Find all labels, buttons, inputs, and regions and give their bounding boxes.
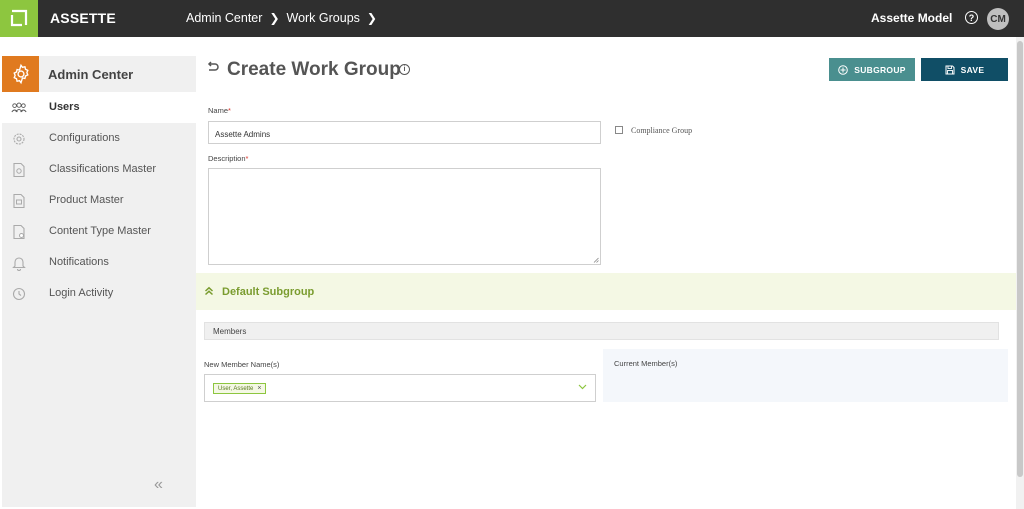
subgroup-button-label: SUBGROUP [854, 64, 906, 75]
chevron-right-icon: ❯ [269, 11, 280, 25]
sidebar-item-notifications[interactable]: Notifications [2, 247, 196, 278]
save-button[interactable]: SAVE [921, 58, 1008, 81]
remove-tag-icon[interactable]: × [257, 385, 261, 392]
chevron-right-icon: ❯ [366, 11, 377, 25]
assette-logo[interactable] [0, 0, 38, 37]
sidebar-item-label: Product Master [49, 194, 124, 206]
save-button-label: SAVE [960, 64, 985, 75]
model-name[interactable]: Assette Model [871, 11, 952, 25]
breadcrumb-work-groups[interactable]: Work Groups [287, 11, 360, 25]
scrollbar-thumb[interactable] [1017, 41, 1023, 477]
sidebar-item-label: Login Activity [49, 287, 114, 299]
sidebar-item-label: Content Type Master [49, 225, 151, 237]
content-type-icon [13, 224, 25, 240]
member-tag-label: User, Assette [218, 385, 254, 392]
top-bar: ASSETTE Admin Center ❯ Work Groups ❯ Ass… [0, 0, 1024, 37]
sidebar-item-users[interactable]: Users [2, 92, 196, 123]
description-textarea[interactable] [208, 168, 601, 265]
sidebar-item-login-activity[interactable]: Login Activity [2, 278, 196, 309]
members-label: Members [213, 327, 247, 336]
description-label: Description* [208, 154, 249, 163]
sidebar-item-product-master[interactable]: Product Master [2, 185, 196, 216]
sidebar-item-label: Notifications [49, 256, 109, 268]
name-input[interactable]: Assette Admins [208, 121, 601, 144]
default-subgroup-header[interactable]: Default Subgroup [196, 273, 1017, 310]
sidebar-item-label: Classifications Master [49, 163, 156, 175]
current-members-panel: Current Member(s) [603, 349, 1008, 402]
avatar[interactable]: CM [987, 8, 1009, 30]
admin-gear-icon [2, 56, 39, 92]
plus-circle-icon [838, 64, 849, 75]
sidebar-header: Admin Center [2, 56, 196, 92]
double-chevron-up-icon [204, 286, 214, 296]
product-doc-icon [13, 193, 25, 209]
brand-name: ASSETTE [50, 10, 116, 26]
members-section-header: Members [204, 322, 999, 340]
sidebar-item-label: Configurations [49, 132, 120, 144]
page-scrollbar[interactable] [1016, 37, 1024, 509]
new-member-select[interactable]: User, Assette × [204, 374, 596, 402]
breadcrumb: Admin Center ❯ Work Groups ❯ [186, 11, 380, 25]
name-label: Name* [208, 106, 231, 115]
sidebar-title: Admin Center [48, 67, 134, 82]
breadcrumb-admin-center[interactable]: Admin Center [186, 11, 262, 25]
bell-icon [12, 257, 26, 271]
sidebar-item-content-type-master[interactable]: Content Type Master [2, 216, 196, 247]
resize-handle-icon[interactable] [593, 257, 599, 263]
default-subgroup-title: Default Subgroup [222, 286, 315, 298]
required-mark: * [228, 106, 231, 115]
chevron-down-icon[interactable] [578, 384, 587, 390]
users-icon [11, 102, 27, 113]
classification-doc-icon [13, 162, 25, 178]
info-icon[interactable]: i [399, 64, 410, 75]
back-arrow-icon[interactable] [206, 61, 220, 75]
sidebar: Admin Center Users Configurations Classi… [2, 56, 196, 507]
sidebar-item-classifications-master[interactable]: Classifications Master [2, 154, 196, 185]
page-title: Create Work Group [227, 59, 401, 80]
floppy-disk-icon [945, 65, 955, 74]
add-subgroup-button[interactable]: SUBGROUP [829, 58, 915, 81]
clock-icon [12, 287, 26, 301]
member-tag: User, Assette × [213, 383, 267, 394]
compliance-group-label: Compliance Group [631, 126, 693, 135]
compliance-group-checkbox[interactable] [615, 126, 623, 134]
help-icon[interactable]: ? [965, 11, 978, 24]
current-members-label: Current Member(s) [614, 359, 678, 368]
required-mark: * [245, 154, 249, 163]
collapse-sidebar-icon[interactable]: « [154, 476, 163, 494]
gear-icon [13, 133, 25, 145]
sidebar-item-configurations[interactable]: Configurations [2, 123, 196, 154]
logo-mark-icon [10, 9, 28, 27]
new-member-label: New Member Name(s) [204, 360, 280, 369]
sidebar-item-label: Users [49, 101, 80, 113]
